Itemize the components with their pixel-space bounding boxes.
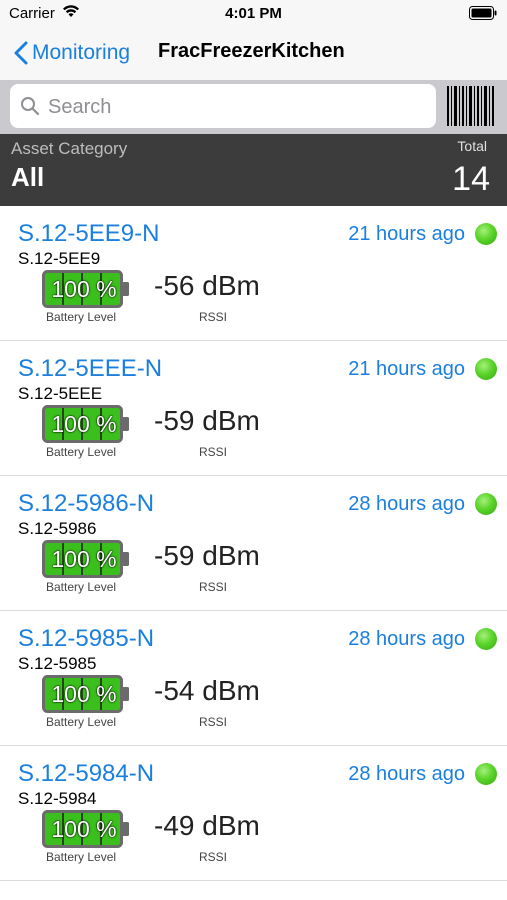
battery-level-caption: Battery Level xyxy=(46,445,117,459)
search-bar xyxy=(0,80,507,134)
search-input[interactable] xyxy=(46,84,430,130)
total-count: 14 xyxy=(452,160,490,198)
asset-name: S.12-5984-N xyxy=(18,760,155,787)
rssi-value: -59 dBm xyxy=(154,405,260,436)
asset-id: S.12-5EE9 xyxy=(18,249,101,268)
status-indicator xyxy=(475,223,497,245)
battery-percentage: 100 % xyxy=(51,411,117,437)
barcode-icon xyxy=(447,86,494,126)
status-indicator xyxy=(475,358,497,380)
status-indicator xyxy=(475,763,497,785)
status-indicator xyxy=(475,493,497,515)
barcode-scan-button[interactable] xyxy=(446,86,496,126)
battery-percentage: 100 % xyxy=(51,681,117,707)
asset-category-label: Asset Category xyxy=(11,139,128,158)
status-bar: Carrier 4:01 PM xyxy=(0,0,507,28)
rssi-caption: RSSI xyxy=(199,715,228,729)
battery-percentage: 100 % xyxy=(51,546,117,572)
battery-level-caption: Battery Level xyxy=(46,715,117,729)
navigation-bar: Monitoring FracFreezerKitchen xyxy=(0,28,507,81)
asset-row[interactable]: S.12-5EE9-N S.12-5EE9 21 hours ago 100 %… xyxy=(0,206,507,341)
back-label: Monitoring xyxy=(32,41,131,64)
rssi-caption: RSSI xyxy=(199,580,228,594)
asset-category-bar[interactable]: Asset Category All Total 14 xyxy=(0,134,507,206)
search-icon xyxy=(20,96,40,121)
asset-name: S.12-5EE9-N xyxy=(18,220,160,247)
last-seen-time: 28 hours ago xyxy=(348,763,465,785)
status-indicator xyxy=(475,628,497,650)
chevron-left-icon xyxy=(14,41,28,65)
rssi-caption: RSSI xyxy=(199,310,228,324)
rssi-caption: RSSI xyxy=(199,850,228,864)
asset-category-value: All xyxy=(11,162,45,192)
rssi-value: -54 dBm xyxy=(154,675,260,706)
battery-percentage: 100 % xyxy=(51,276,117,302)
asset-name: S.12-5EEE-N xyxy=(18,355,163,382)
asset-id: S.12-5986 xyxy=(18,519,97,538)
rssi-value: -49 dBm xyxy=(154,810,260,841)
asset-name: S.12-5986-N xyxy=(18,490,155,517)
last-seen-time: 21 hours ago xyxy=(348,358,465,380)
total-label: Total xyxy=(457,138,487,154)
page-title: FracFreezerKitchen xyxy=(158,40,345,62)
battery-level-caption: Battery Level xyxy=(46,850,117,864)
rssi-value: -56 dBm xyxy=(154,270,260,301)
status-battery-icon xyxy=(469,6,497,24)
battery-level-caption: Battery Level xyxy=(46,310,117,324)
asset-list: S.12-5EE9-N S.12-5EE9 21 hours ago 100 %… xyxy=(0,206,507,881)
rssi-value: -59 dBm xyxy=(154,540,260,571)
last-seen-time: 28 hours ago xyxy=(348,493,465,515)
search-field[interactable] xyxy=(10,84,436,130)
asset-id: S.12-5EEE xyxy=(18,384,103,403)
asset-row[interactable]: S.12-5EEE-N S.12-5EEE 21 hours ago 100 %… xyxy=(0,341,507,476)
back-button[interactable]: Monitoring xyxy=(14,38,130,68)
last-seen-time: 21 hours ago xyxy=(348,223,465,245)
status-time: 4:01 PM xyxy=(225,5,282,22)
rssi-caption: RSSI xyxy=(199,445,228,459)
battery-level-caption: Battery Level xyxy=(46,580,117,594)
asset-row[interactable]: S.12-5984-N S.12-5984 28 hours ago 100 %… xyxy=(0,746,507,881)
asset-name: S.12-5985-N xyxy=(18,625,155,652)
asset-row[interactable]: S.12-5986-N S.12-5986 28 hours ago 100 %… xyxy=(0,476,507,611)
asset-row[interactable]: S.12-5985-N S.12-5985 28 hours ago 100 %… xyxy=(0,611,507,746)
asset-id: S.12-5984 xyxy=(18,789,97,808)
asset-id: S.12-5985 xyxy=(18,654,97,673)
last-seen-time: 28 hours ago xyxy=(348,628,465,650)
battery-percentage: 100 % xyxy=(51,816,117,842)
